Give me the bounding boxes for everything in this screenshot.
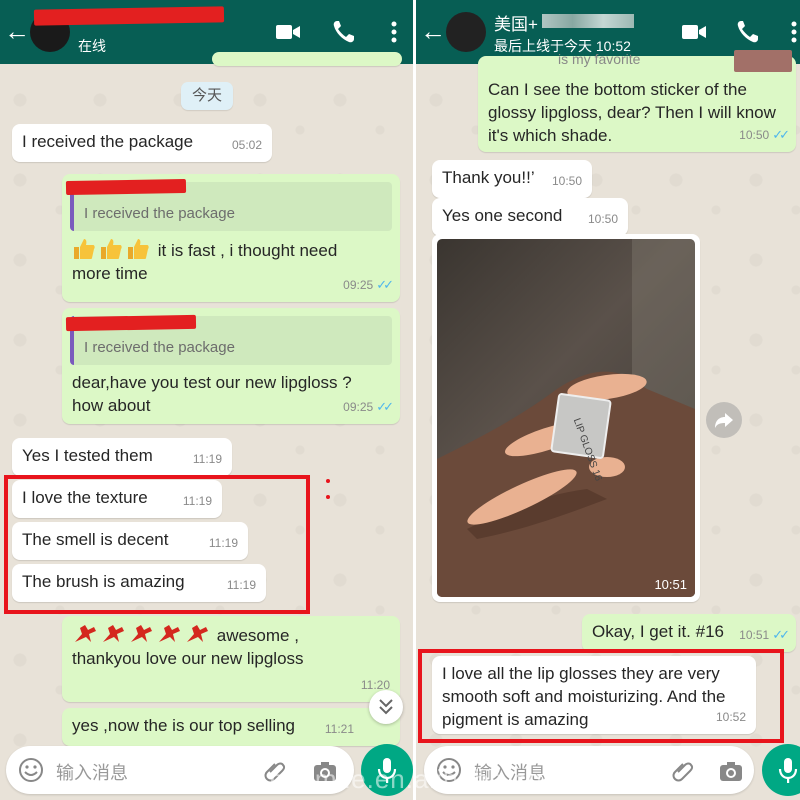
message-time: 10:50 ✓✓ xyxy=(739,127,790,142)
scroll-down-button[interactable] xyxy=(369,690,403,724)
video-call-icon[interactable] xyxy=(274,18,302,46)
more-vert-icon[interactable] xyxy=(780,18,800,46)
message-bubble-outgoing[interactable]: awesome , thankyou love our new lipgloss… xyxy=(62,616,400,702)
message-bubble-outgoing[interactable]: yes ,now the is our top selling 11:21 xyxy=(62,708,400,746)
dancer-icon xyxy=(187,625,208,642)
camera-icon[interactable] xyxy=(718,758,744,784)
message-text: I received the package xyxy=(22,132,194,151)
quoted-text: I received the package xyxy=(84,205,235,222)
hand-holding-lipgloss-image: LIP GLOSS 16 xyxy=(437,239,695,597)
left-chat-pane: ← 在线 今天 I received the package 05:02 I r… xyxy=(0,0,413,800)
video-call-icon[interactable] xyxy=(680,18,708,46)
forward-button[interactable] xyxy=(706,402,742,438)
message-time: 10:50 xyxy=(587,212,618,226)
message-time: 11:19 xyxy=(192,452,222,466)
image-message[interactable]: LIP GLOSS 16 10:51 xyxy=(432,234,700,602)
dancer-icon xyxy=(131,625,152,642)
forward-icon xyxy=(715,413,733,428)
dancer-icon xyxy=(103,625,124,642)
contact-status: 在线 xyxy=(78,38,106,54)
red-dot xyxy=(326,495,330,499)
message-text: yes ,now the is our top selling xyxy=(72,716,296,735)
lipgloss-photo[interactable]: LIP GLOSS 16 10:51 xyxy=(437,239,695,597)
message-text: Yes one second xyxy=(442,206,563,225)
redacted-quoted-sender xyxy=(65,314,197,332)
back-arrow-icon[interactable]: ← xyxy=(4,16,30,46)
message-bubble-incoming[interactable]: Yes I tested them 11:19 xyxy=(12,438,232,476)
more-vert-icon[interactable] xyxy=(380,18,408,46)
back-arrow-icon[interactable]: ← xyxy=(420,16,446,46)
contact-avatar[interactable] xyxy=(446,12,486,52)
right-chat-pane: ← 美国+ 最后上线于今天 10:52 is my favorite Can I… xyxy=(416,0,800,800)
message-bubble-incoming[interactable]: Yes one second 10:50 xyxy=(432,198,628,236)
message-time: 09:25 ✓✓ xyxy=(343,399,394,414)
message-bubble-outgoing[interactable]: Okay, I get it. #16 10:51 ✓✓ xyxy=(582,614,796,652)
thumbs-up-icon xyxy=(101,239,122,259)
redacted-quoted-sender xyxy=(65,178,187,196)
read-ticks-icon: ✓✓ xyxy=(772,627,790,642)
message-input[interactable]: 输入消息 xyxy=(56,759,128,785)
emoji-icon[interactable] xyxy=(18,757,44,783)
date-divider: 今天 xyxy=(181,82,233,110)
message-time: 09:25 ✓✓ xyxy=(343,277,394,292)
contact-name: 美国+ xyxy=(494,15,538,34)
phone-icon[interactable] xyxy=(734,18,762,46)
message-bubble-incoming[interactable]: Thank you!!’ 10:50 xyxy=(432,160,592,198)
message-time: 11:21 xyxy=(324,722,354,736)
read-ticks-icon: ✓✓ xyxy=(376,399,394,414)
thumbs-up-icon xyxy=(128,239,149,259)
quoted-image-thumb xyxy=(734,50,792,72)
message-bubble-incoming[interactable]: I received the package 05:02 xyxy=(12,124,272,162)
thumbs-up-icon xyxy=(74,239,95,259)
blurred-phone-number xyxy=(542,14,634,28)
chevron-double-down-icon xyxy=(379,699,393,715)
attach-icon[interactable] xyxy=(670,758,696,784)
phone-icon[interactable] xyxy=(330,18,358,46)
image-time: 10:51 xyxy=(654,577,687,592)
dancer-icon xyxy=(159,625,180,642)
red-dot xyxy=(326,479,330,483)
quoted-text: I received the package xyxy=(84,339,235,356)
message-time: 05:02 xyxy=(231,138,262,152)
message-time: 10:50 xyxy=(551,174,582,188)
message-text: Okay, I get it. #16 xyxy=(592,622,724,641)
highlight-box xyxy=(4,475,310,614)
watermark: ensmile.en.alibaba.com xyxy=(270,764,566,794)
message-text: Yes I tested them xyxy=(22,446,153,465)
read-ticks-icon: ✓✓ xyxy=(376,277,394,292)
microphone-icon xyxy=(778,758,798,783)
cut-off-outgoing-bubble xyxy=(212,52,402,66)
message-text: Thank you!!’ xyxy=(442,168,535,187)
message-bubble-outgoing[interactable]: is my favorite Can I see the bottom stic… xyxy=(478,50,796,152)
highlight-box xyxy=(418,649,784,743)
message-time: 10:51 ✓✓ xyxy=(739,627,790,642)
dancer-icon xyxy=(75,625,96,642)
read-ticks-icon: ✓✓ xyxy=(772,127,790,142)
redacted-contact-name xyxy=(33,6,225,26)
partial-quote-text: is my favorite xyxy=(558,51,641,67)
